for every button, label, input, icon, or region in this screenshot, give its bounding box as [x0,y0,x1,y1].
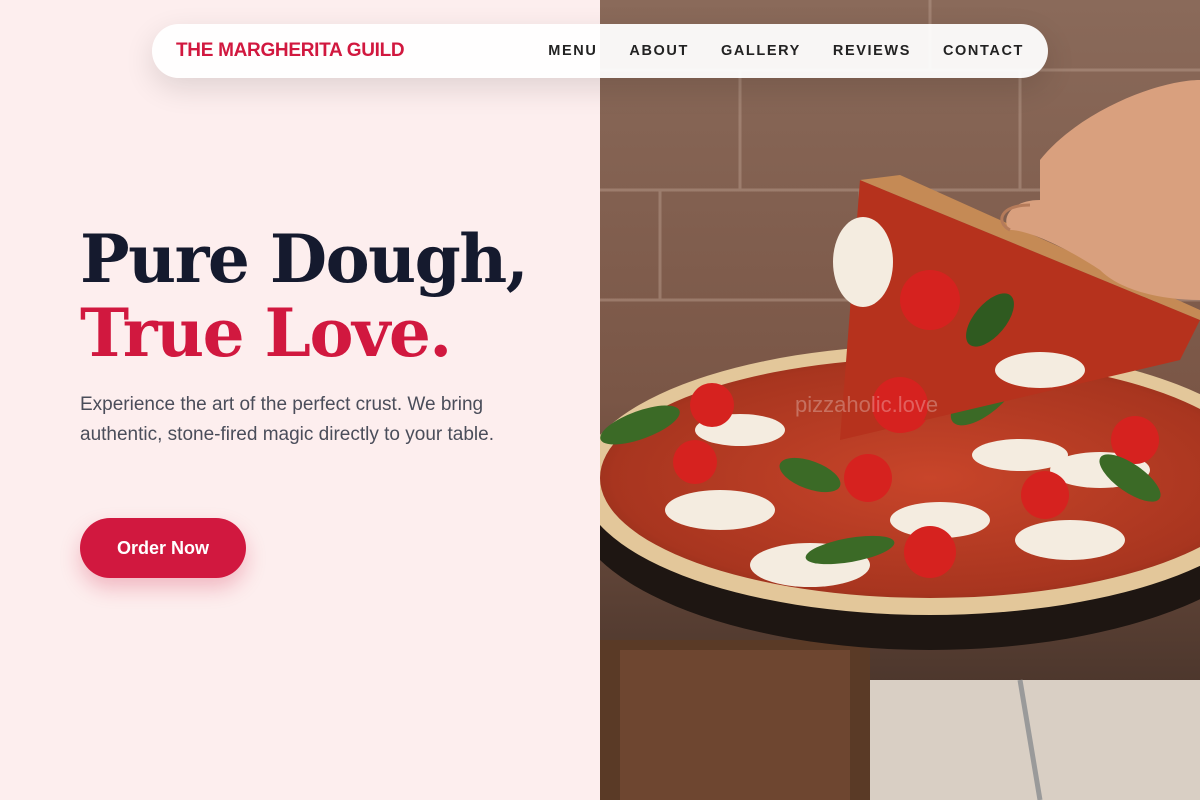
nav-item-about[interactable]: ABOUT [629,43,689,59]
headline-line-2: True Love. [80,294,452,372]
hero-description: Experience the art of the perfect crust.… [80,394,494,445]
nav-links: MENU ABOUT GALLERY REVIEWS CONTACT [548,43,1024,59]
pizza-hero-image: pizzaholic.love [600,0,1200,800]
nav-item-menu[interactable]: MENU [548,43,597,59]
order-now-button[interactable]: Order Now [80,518,246,578]
nav-item-contact[interactable]: CONTACT [943,43,1024,59]
brand-logo[interactable]: THE MARGHERITA GUILD [176,40,405,62]
image-watermark: pizzaholic.love [795,392,938,417]
nav-item-reviews[interactable]: REVIEWS [833,43,911,59]
hero-image-panel: pizzaholic.love [600,0,1200,800]
nav-item-gallery[interactable]: GALLERY [721,43,801,59]
hero-headline: Pure Dough, True Love. [80,220,529,372]
headline-line-1: Pure Dough, [80,220,529,298]
top-navbar: THE MARGHERITA GUILD MENU ABOUT GALLERY … [152,24,1048,78]
